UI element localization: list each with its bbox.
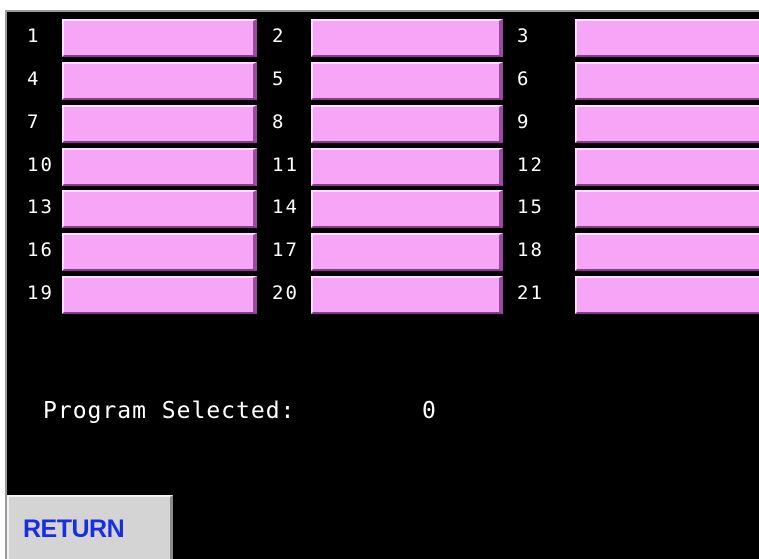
program-slot-button[interactable]: [311, 233, 503, 271]
hmi-screen: 1 2 3 4 5 6 7 8 9 10 11 12 13 14 15 16 17 18 19 20 21 Progra…: [5, 10, 759, 559]
program-slot-number: 11: [272, 154, 299, 176]
program-slot-button[interactable]: [62, 19, 257, 57]
program-slot-button[interactable]: [311, 148, 503, 186]
program-slot-number: 2: [272, 25, 286, 47]
program-slot-number: 17: [272, 239, 299, 261]
program-slot-button[interactable]: [575, 190, 759, 228]
program-slot-button[interactable]: [575, 62, 759, 100]
program-slot-number: 12: [517, 154, 544, 176]
program-slot-number: 18: [517, 239, 544, 261]
program-slot-button[interactable]: [311, 19, 503, 57]
program-slot-number: 4: [27, 68, 41, 90]
program-slot-number: 6: [517, 68, 531, 90]
program-slot-number: 15: [517, 196, 544, 218]
program-slot-number: 13: [27, 196, 54, 218]
program-slot-button[interactable]: [311, 276, 503, 314]
program-slot-button[interactable]: [62, 148, 257, 186]
program-slot-button[interactable]: [62, 105, 257, 143]
program-slot-button[interactable]: [575, 148, 759, 186]
program-slot-number: 3: [517, 25, 531, 47]
program-slot-number: 14: [272, 196, 299, 218]
program-slot-button[interactable]: [575, 105, 759, 143]
program-slot-number: 5: [272, 68, 286, 90]
program-slot-button[interactable]: [311, 62, 503, 100]
return-button-label: RETURN: [23, 515, 125, 543]
program-slot-number: 1: [27, 25, 41, 47]
program-slot-number: 8: [272, 111, 286, 133]
program-slot-button[interactable]: [62, 233, 257, 271]
program-slot-number: 21: [517, 282, 544, 304]
program-slot-button[interactable]: [62, 190, 257, 228]
program-selected-value: 0: [422, 398, 436, 424]
program-slot-button[interactable]: [311, 190, 503, 228]
program-slot-button[interactable]: [575, 19, 759, 57]
program-slot-number: 16: [27, 239, 54, 261]
program-slot-button[interactable]: [62, 62, 257, 100]
program-slot-number: 10: [27, 154, 54, 176]
program-selected-label: Program Selected:: [43, 398, 296, 424]
program-slot-button[interactable]: [575, 276, 759, 314]
program-slot-button[interactable]: [311, 105, 503, 143]
return-button[interactable]: RETURN: [7, 495, 173, 559]
program-slot-number: 20: [272, 282, 299, 304]
program-slot-button[interactable]: [575, 233, 759, 271]
program-slot-number: 7: [27, 111, 41, 133]
program-slot-button[interactable]: [62, 276, 257, 314]
program-slot-number: 19: [27, 282, 54, 304]
program-slot-number: 9: [517, 111, 531, 133]
